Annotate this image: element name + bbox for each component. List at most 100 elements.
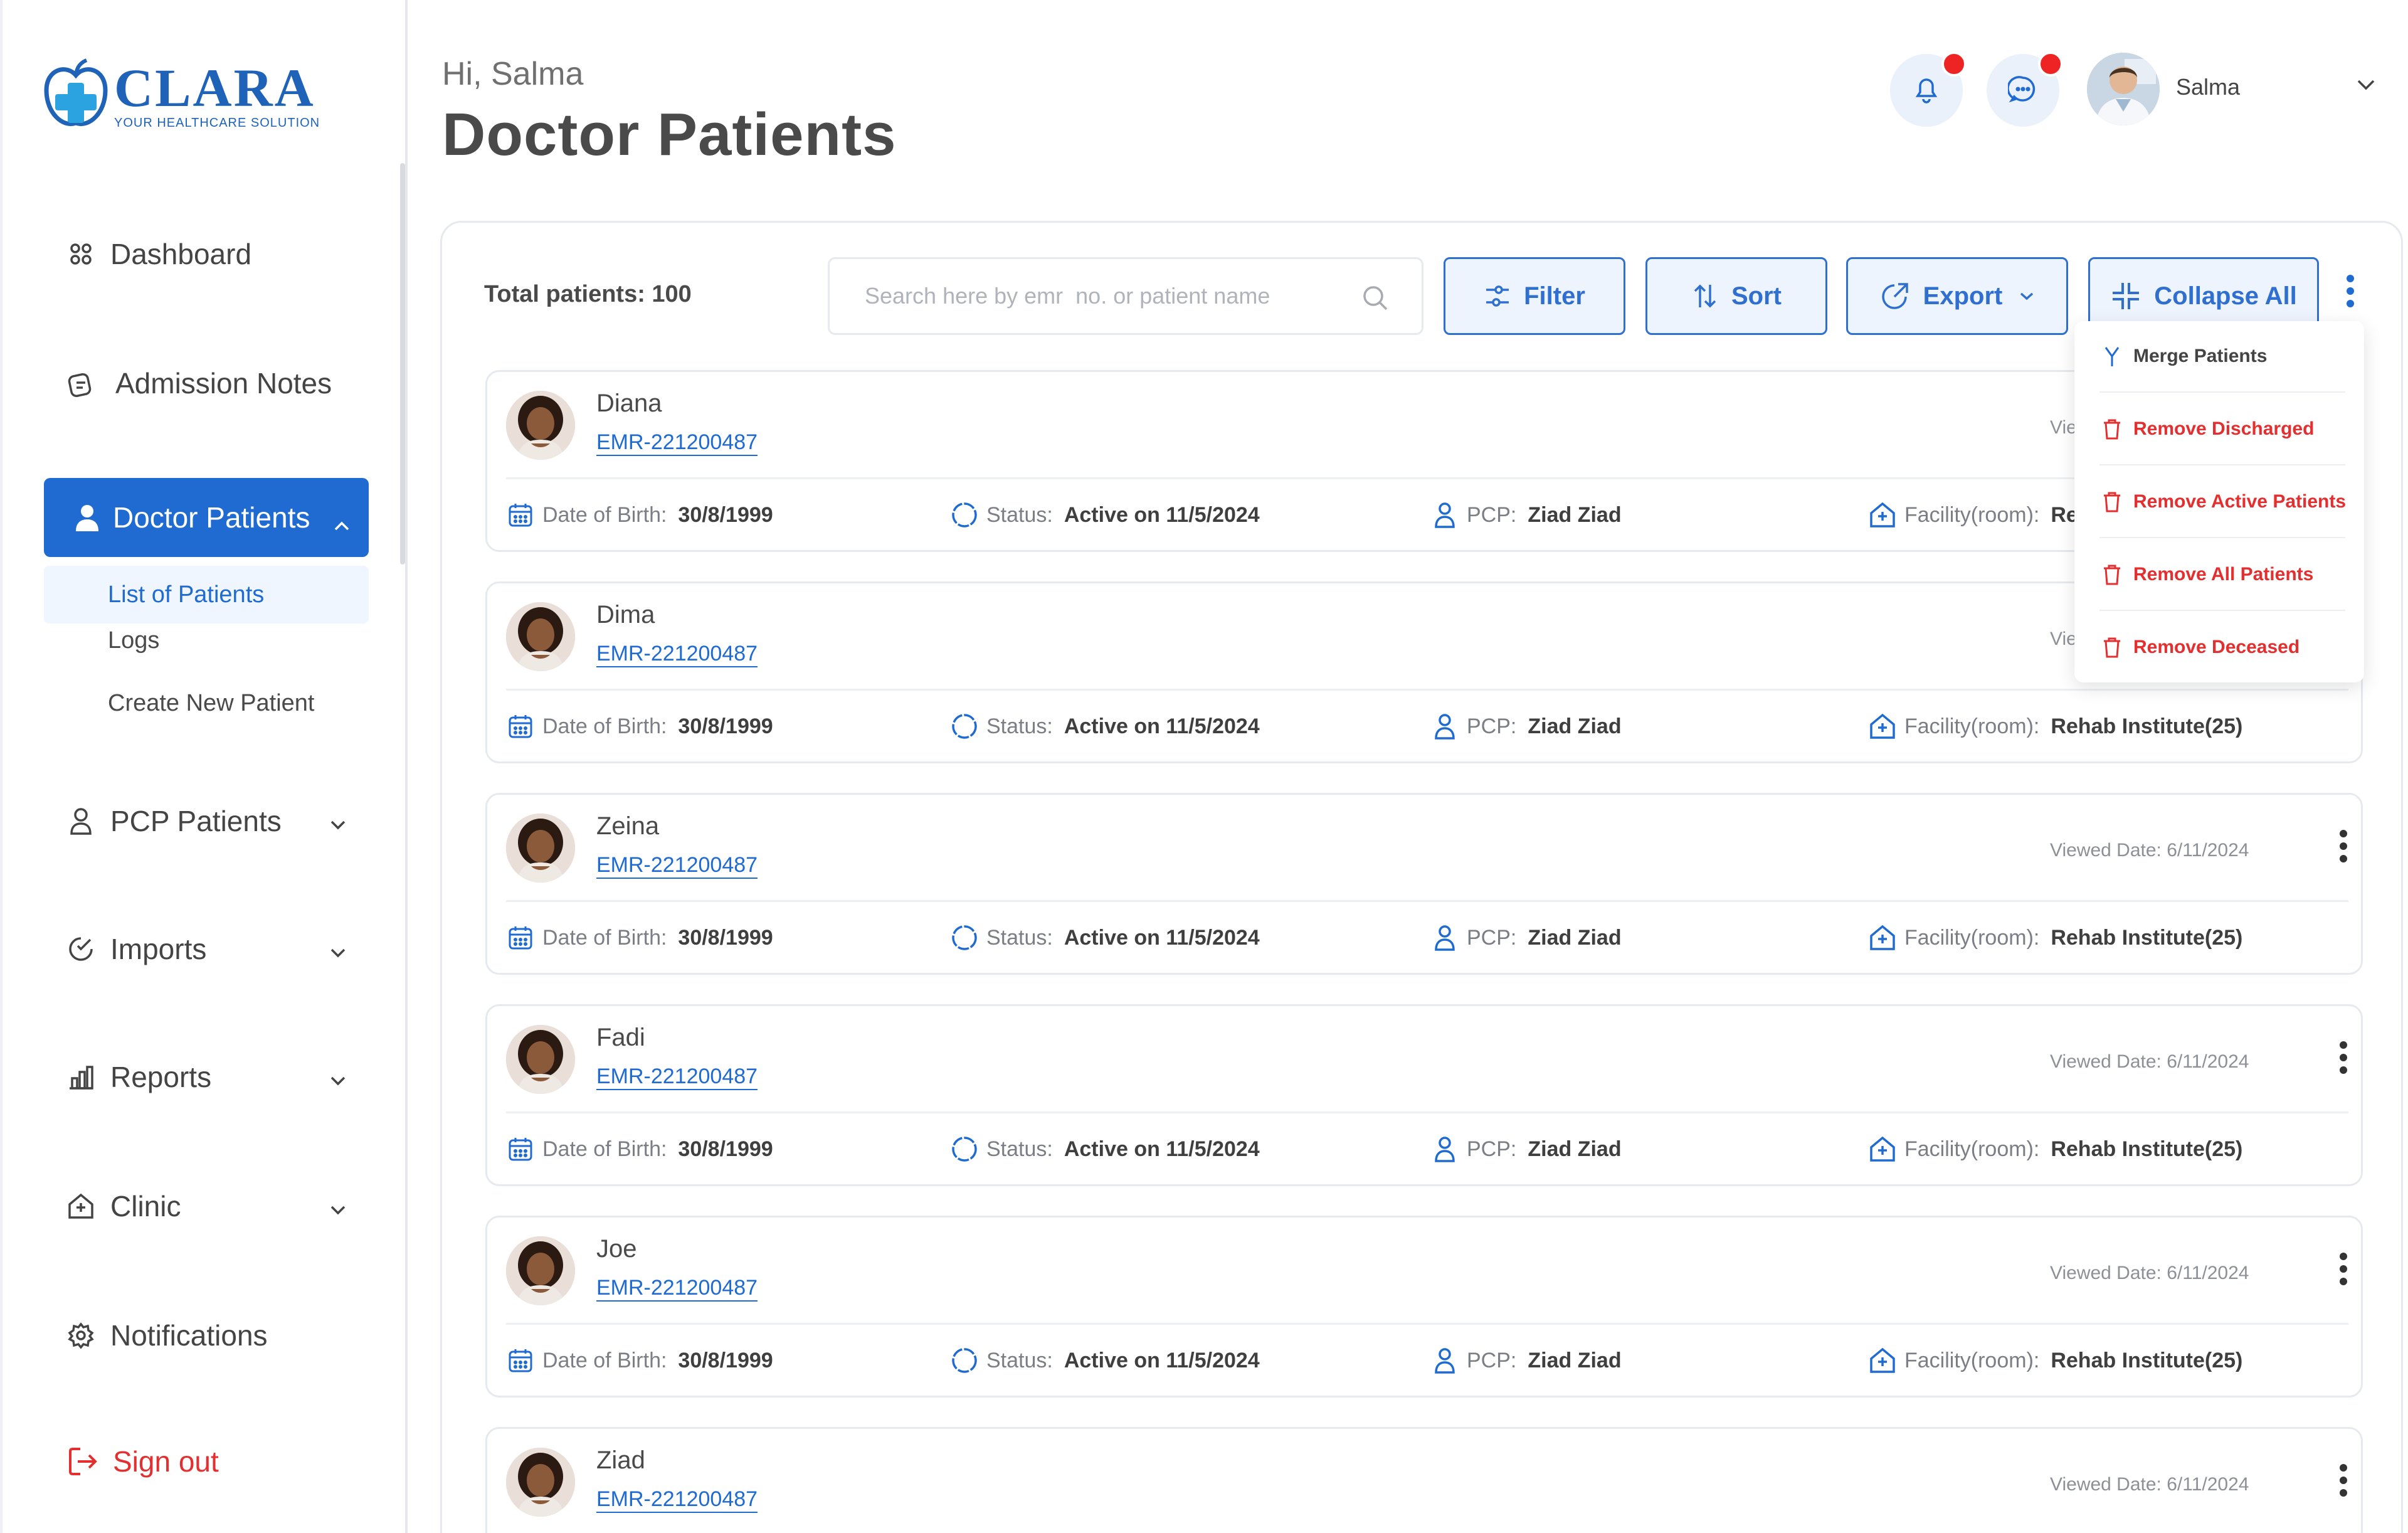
patient-avatar [506, 814, 575, 883]
user-icon [65, 805, 97, 837]
search-input[interactable] [865, 283, 1341, 309]
sidebar-item-doctor-patients[interactable]: Doctor Patients [44, 478, 369, 557]
patient-name[interactable]: Dima [596, 601, 655, 629]
more-options-menu: Merge Patients Remove Discharged Remove … [2074, 321, 2364, 682]
collapse-icon [2110, 280, 2141, 312]
user-icon [1430, 923, 1459, 952]
kebab-dot [2347, 300, 2354, 307]
kebab-dot [2340, 1253, 2347, 1260]
patient-emr-link[interactable]: EMR-221200487 [596, 1064, 758, 1090]
status-label: Status: [986, 1137, 1053, 1161]
menu-item-remove-active-patients[interactable]: Remove Active Patients [2099, 489, 2346, 514]
reports-icon [65, 1061, 97, 1093]
clinic-icon [1868, 1346, 1897, 1375]
kebab-dot [2347, 275, 2354, 282]
patient-emr-link[interactable]: EMR-221200487 [596, 1487, 758, 1513]
menu-item-remove-deceased[interactable]: Remove Deceased [2099, 635, 2300, 660]
facility-label: Facility(room): [1904, 925, 2040, 950]
patient-card[interactable]: Zeina EMR-221200487 Viewed Date: 6/11/20… [485, 793, 2363, 975]
card-more-options-button[interactable] [2340, 1253, 2347, 1285]
status-label: Status: [986, 925, 1053, 950]
user-name[interactable]: Salma [2176, 74, 2240, 100]
patient-name[interactable]: Fadi [596, 1024, 645, 1052]
more-options-button[interactable] [2347, 275, 2354, 307]
menu-divider [2099, 610, 2345, 611]
viewed-date: Viewed Date: 6/11/2024 [2050, 1051, 2249, 1072]
status-value: Active on 11/5/2024 [1064, 925, 1260, 950]
patient-card[interactable]: Fadi EMR-221200487 Viewed Date: 6/11/202… [485, 1004, 2363, 1186]
dob-value: 30/8/1999 [678, 925, 773, 950]
sort-button[interactable]: Sort [1645, 257, 1827, 335]
sidebar-subitem-create-new-patient[interactable]: Create New Patient [108, 690, 315, 717]
dob-value: 30/8/1999 [678, 502, 773, 527]
patient-emr-link[interactable]: EMR-221200487 [596, 1275, 758, 1302]
sidebar-item-pcp-patients[interactable]: PCP Patients [65, 804, 346, 838]
apple-cross-logo-icon [41, 58, 110, 133]
trash-icon [2099, 416, 2125, 442]
menu-item-remove-discharged[interactable]: Remove Discharged [2099, 416, 2314, 442]
sidebar-item-label: Doctor Patients [113, 501, 310, 534]
menu-item-remove-all-patients[interactable]: Remove All Patients [2099, 562, 2313, 587]
sidebar-item-label: Notifications [110, 1319, 268, 1352]
search-icon[interactable] [1361, 284, 1389, 315]
search-box[interactable] [828, 257, 1423, 335]
signout-button[interactable]: Sign out [65, 1444, 219, 1479]
sidebar-item-label: Imports [110, 933, 207, 965]
menu-item-merge-patients[interactable]: Merge Patients [2099, 344, 2267, 369]
clinic-icon [1868, 923, 1897, 952]
sidebar-item-reports[interactable]: Reports [65, 1060, 346, 1094]
pcp-label: PCP: [1467, 714, 1517, 738]
chevron-down-icon [329, 804, 347, 838]
sidebar-item-admission-notes[interactable]: Admission Notes [65, 366, 332, 400]
patient-emr-link[interactable]: EMR-221200487 [596, 852, 758, 879]
patient-name[interactable]: Ziad [596, 1446, 645, 1475]
patient-name[interactable]: Zeina [596, 812, 659, 841]
card-more-options-button[interactable] [2340, 1464, 2347, 1497]
sidebar-item-label: Admission Notes [115, 367, 332, 400]
chevron-down-icon[interactable] [2355, 78, 2377, 95]
export-button[interactable]: Export [1846, 257, 2068, 335]
export-icon [1879, 280, 1911, 312]
kebab-dot [2340, 1066, 2347, 1074]
sidebar-scrollbar[interactable] [400, 163, 405, 565]
status-label: Status: [986, 714, 1053, 738]
sidebar-subitem-logs[interactable]: Logs [108, 627, 159, 654]
sidebar-item-clinic[interactable]: Clinic [65, 1189, 346, 1223]
patient-name[interactable]: Joe [596, 1235, 637, 1263]
card-divider [506, 1111, 2348, 1113]
dob-label: Date of Birth: [542, 714, 667, 738]
kebab-dot [2340, 1464, 2347, 1472]
sidebar-item-dashboard[interactable]: Dashboard [65, 237, 251, 271]
sidebar-subitem-list-of-patients[interactable]: List of Patients [44, 566, 369, 623]
card-more-options-button[interactable] [2340, 1041, 2347, 1074]
notifications-button[interactable] [1890, 51, 1967, 127]
facility-field: Facility(room): Rehab Institute(25) [1868, 1135, 2242, 1164]
patient-emr-link[interactable]: EMR-221200487 [596, 430, 758, 456]
user-icon [1430, 1346, 1459, 1375]
sort-label: Sort [1731, 282, 1782, 310]
clara-logo[interactable]: CLARA YOUR HEALTHCARE SOLUTION [41, 58, 320, 133]
user-avatar[interactable] [2087, 53, 2160, 125]
dob-field: Date of Birth: 30/8/1999 [506, 923, 773, 952]
card-more-options-button[interactable] [2340, 830, 2347, 862]
patient-card[interactable]: Joe EMR-221200487 Viewed Date: 6/11/2024… [485, 1216, 2363, 1398]
patient-emr-link[interactable]: EMR-221200487 [596, 641, 758, 667]
clinic-icon [1868, 1135, 1897, 1164]
kebab-dot [2340, 1054, 2347, 1061]
patient-name[interactable]: Diana [596, 390, 662, 418]
gear-icon [65, 1320, 97, 1351]
filter-button[interactable]: Filter [1444, 257, 1625, 335]
notification-badge [1941, 51, 1967, 77]
chevron-down-icon [329, 1189, 347, 1223]
kebab-dot [2340, 855, 2347, 862]
notes-icon [65, 368, 97, 399]
menu-divider [2099, 391, 2345, 393]
calendar-icon [506, 712, 535, 741]
patient-card[interactable]: Ziad EMR-221200487 Viewed Date: 6/11/202… [485, 1427, 2363, 1533]
sidebar-item-imports[interactable]: Imports [65, 932, 346, 966]
sidebar-item-notifications[interactable]: Notifications [65, 1318, 268, 1352]
menu-divider [2099, 464, 2345, 465]
viewed-date: Viewed Date: 6/11/2024 [2050, 1474, 2249, 1495]
pcp-value: Ziad Ziad [1528, 1348, 1622, 1372]
messages-button[interactable] [1987, 51, 2063, 127]
